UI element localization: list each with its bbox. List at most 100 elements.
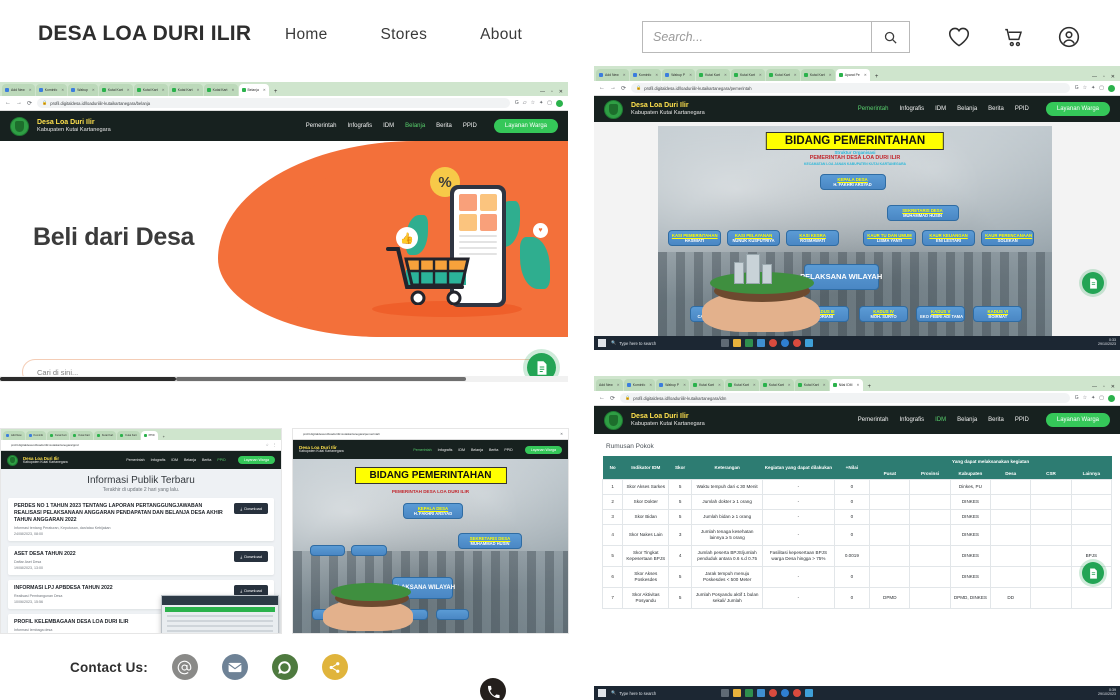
desa-nav-infografis[interactable]: Infografis bbox=[151, 458, 166, 462]
close-icon[interactable]: ✕ bbox=[823, 383, 826, 387]
phone-icon[interactable] bbox=[480, 678, 506, 700]
search-button[interactable] bbox=[871, 22, 909, 52]
sidepanel-icon[interactable]: ▢ bbox=[1099, 85, 1104, 91]
back-icon[interactable]: ← bbox=[5, 100, 11, 106]
start-button-icon[interactable] bbox=[598, 689, 606, 697]
browser-tab[interactable]: Add New ✕ bbox=[596, 69, 629, 81]
desa-nav-idm[interactable]: IDM bbox=[383, 123, 394, 129]
layanan-warga-button[interactable]: Layanan Warga bbox=[524, 445, 562, 454]
mail-icon[interactable] bbox=[757, 339, 766, 347]
close-icon[interactable]: ✕ bbox=[689, 73, 692, 77]
calendar-icon[interactable] bbox=[805, 689, 814, 697]
browser-tab[interactable]: Add New ✕ bbox=[2, 84, 35, 96]
forward-icon[interactable]: → bbox=[16, 100, 22, 106]
minimize-icon[interactable]: — bbox=[540, 89, 545, 95]
close-icon[interactable]: ✕ bbox=[829, 73, 832, 77]
sidepanel-icon[interactable]: ▢ bbox=[547, 100, 552, 106]
menu-icon[interactable]: ⋮ bbox=[273, 443, 276, 447]
document-fab-button[interactable] bbox=[1082, 272, 1104, 294]
desa-nav-ppid[interactable]: PPID bbox=[1015, 106, 1029, 112]
taskview-icon[interactable] bbox=[721, 339, 730, 347]
close-icon[interactable]: ✕ bbox=[649, 383, 652, 387]
minimize-icon[interactable]: — bbox=[1092, 74, 1097, 80]
close-icon[interactable]: ✕ bbox=[623, 73, 626, 77]
translate-icon[interactable]: G bbox=[1075, 85, 1079, 91]
browser-tab[interactable]: Kutai Kart ✕ bbox=[765, 69, 800, 81]
browser-tab[interactable]: Kutai Kart bbox=[93, 431, 117, 440]
address-bar[interactable]: 🔒 profil.digitaldesa.id/loaduriilir-kuta… bbox=[631, 83, 1070, 93]
table-row[interactable]: 2 Skor Dokter 5 Jumlah dokter ≥ 1 orang … bbox=[601, 494, 1113, 511]
address-bar[interactable]: 🔒 profil.digitaldesa.id/loaduriilir-kuta… bbox=[37, 98, 510, 108]
close-icon[interactable]: ✕ bbox=[718, 383, 721, 387]
close-icon[interactable]: ✕ bbox=[29, 88, 32, 92]
bookmark-icon[interactable]: ☆ bbox=[531, 100, 535, 106]
browser-tab[interactable]: Kutai Kart ✕ bbox=[696, 69, 730, 81]
desa-nav-ppid[interactable]: PPID bbox=[504, 448, 512, 452]
browser-tab-active[interactable]: Belanja ✕ bbox=[238, 84, 269, 96]
browser-tab-active[interactable]: Nilai IDM ✕ bbox=[829, 379, 863, 391]
maximize-icon[interactable]: ▫ bbox=[551, 89, 553, 95]
browser-tab[interactable]: Wabup P ✕ bbox=[656, 379, 690, 391]
maximize-icon[interactable]: ▫ bbox=[1103, 384, 1105, 390]
desa-nav-pemerintah[interactable]: Pemerintah bbox=[413, 448, 431, 452]
close-icon[interactable]: ✕ bbox=[197, 88, 200, 92]
desa-nav-infografis[interactable]: Infografis bbox=[438, 448, 453, 452]
start-button-icon[interactable] bbox=[598, 339, 606, 347]
chrome-icon[interactable] bbox=[769, 689, 778, 697]
chrome-icon[interactable] bbox=[793, 339, 802, 347]
layanan-warga-button[interactable]: Layanan Warga bbox=[1045, 102, 1110, 116]
browser-tab[interactable]: Kominfo bbox=[25, 431, 47, 440]
list-item[interactable]: PERDES NO 1 TAHUN 2023 TENTANG LAPORAN P… bbox=[8, 498, 274, 542]
taskbar-clock[interactable]: 0:39 29/10/2023 bbox=[1098, 688, 1116, 697]
table-row[interactable]: 5 Skor Tingkat Kepesertaan BPJS 4 Jumlah… bbox=[601, 545, 1113, 568]
address-bar[interactable]: 🔒 profil.digitaldesa.id/loaduriilir-kuta… bbox=[620, 393, 1070, 403]
browser-tab[interactable]: Kutai Kart bbox=[70, 431, 93, 440]
calendar-icon[interactable] bbox=[805, 339, 814, 347]
explorer-icon[interactable] bbox=[733, 689, 742, 697]
at-sign-icon[interactable] bbox=[171, 654, 198, 680]
account-button[interactable] bbox=[1050, 20, 1088, 54]
desa-nav-pemerintah[interactable]: Pemerintah bbox=[858, 417, 889, 423]
close-icon[interactable]: ✕ bbox=[724, 73, 727, 77]
browser-tab[interactable]: Add New ✕ bbox=[596, 379, 623, 391]
table-row[interactable]: 6 Skor Akses Poskesdes 5 Jarak tempuh me… bbox=[601, 566, 1113, 589]
browser-tab[interactable]: Kutai Kart ✕ bbox=[203, 84, 238, 96]
layanan-warga-button[interactable]: Layanan Warga bbox=[493, 119, 558, 133]
desa-nav-idm[interactable]: IDM bbox=[935, 106, 946, 112]
minimize-icon[interactable]: — bbox=[1092, 384, 1097, 390]
table-row[interactable]: 4 Skor Nakes Lain 3 Jumlah tenaga keseha… bbox=[601, 524, 1113, 547]
cart-button[interactable] bbox=[995, 20, 1033, 54]
back-icon[interactable]: ← bbox=[599, 395, 605, 401]
close-icon[interactable]: ✕ bbox=[263, 88, 266, 92]
close-icon[interactable]: ✕ bbox=[232, 88, 235, 92]
desa-nav-pemerintah[interactable]: Pemerintah bbox=[306, 123, 337, 129]
excel-icon[interactable] bbox=[745, 689, 754, 697]
chrome-icon[interactable] bbox=[793, 689, 802, 697]
new-tab-icon[interactable]: + bbox=[868, 384, 872, 390]
desa-nav-berita[interactable]: Berita bbox=[988, 417, 1004, 423]
table-row[interactable]: 7 Skor Aktivitas Posyandu 5 Jumlah Posya… bbox=[601, 587, 1113, 610]
new-tab-icon[interactable]: + bbox=[274, 89, 278, 95]
address-bar[interactable]: profil.digitaldesa.id/loaduriilir-kutaik… bbox=[6, 441, 261, 449]
close-icon[interactable]: ✕ bbox=[617, 383, 620, 387]
taskbar-clock[interactable]: 0:33 29/10/2023 bbox=[1098, 338, 1116, 347]
desa-nav-berita[interactable]: Berita bbox=[489, 448, 498, 452]
layanan-warga-button[interactable]: Layanan Warga bbox=[1045, 413, 1110, 427]
puzzle-icon[interactable]: ✦ bbox=[539, 100, 543, 106]
browser-tab[interactable]: Kutai Kart ✕ bbox=[168, 84, 203, 96]
close-icon[interactable]: ✕ bbox=[162, 88, 165, 92]
translate-icon[interactable]: G bbox=[1075, 395, 1079, 401]
chrome-icon[interactable] bbox=[769, 339, 778, 347]
close-icon[interactable]: ✕ bbox=[61, 88, 64, 92]
mail-icon[interactable] bbox=[757, 689, 766, 697]
browser-tab[interactable]: Kutai Kart ✕ bbox=[725, 379, 759, 391]
desa-nav-ppid[interactable]: PPID bbox=[1015, 417, 1029, 423]
desa-nav-infografis[interactable]: Infografis bbox=[899, 417, 924, 423]
browser-tab[interactable]: Wabup ✕ bbox=[68, 84, 98, 96]
browser-tab-active[interactable]: PPID bbox=[140, 431, 158, 440]
browser-tab[interactable]: Kominfo ✕ bbox=[35, 84, 68, 96]
screenshot-idm[interactable]: Add New ✕ Kominfo ✕ Wabup P ✕ Kutai Kart ✕ K… bbox=[594, 376, 1120, 700]
close-icon[interactable]: ✕ bbox=[655, 73, 658, 77]
browser-tab[interactable]: Kutai Kart bbox=[117, 431, 140, 440]
desa-nav-infografis[interactable]: Infografis bbox=[899, 106, 924, 112]
